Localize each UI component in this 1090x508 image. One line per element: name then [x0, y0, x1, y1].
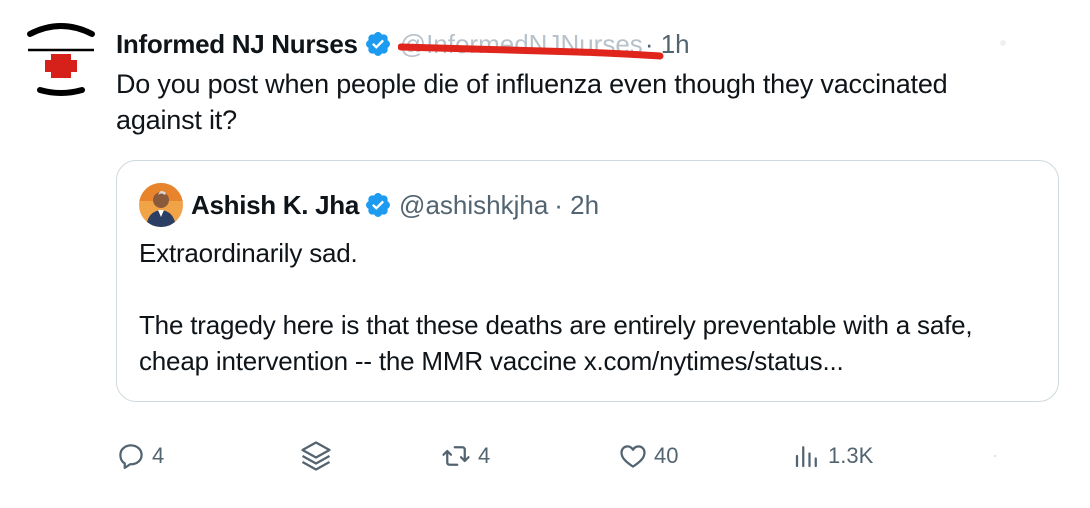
- retweet-button[interactable]: 4: [440, 436, 490, 476]
- nurse-cap-red-cross-icon: [27, 23, 95, 96]
- tweet-header: Informed NJ Nurses @InformedNJNurses · 1…: [116, 24, 690, 64]
- views-button[interactable]: 1.3K: [792, 436, 873, 476]
- author-handle-redacted[interactable]: @InformedNJNurses: [397, 29, 664, 60]
- heart-icon: [620, 445, 646, 468]
- author-avatar[interactable]: [24, 20, 98, 98]
- profile-photo: [139, 183, 183, 227]
- quoted-author-display-name[interactable]: Ashish K. Jha: [191, 190, 359, 221]
- author-display-name[interactable]: Informed NJ Nurses: [116, 29, 358, 60]
- views-icon: [795, 446, 817, 468]
- tweet-actions: 4 4 40 1.3K: [116, 436, 1016, 476]
- reply-icon: [119, 444, 143, 469]
- retweet-icon: [442, 446, 470, 466]
- layers-icon: [301, 441, 331, 471]
- like-button[interactable]: 40: [618, 436, 678, 476]
- quoted-author-handle[interactable]: @ashishkjha: [399, 190, 548, 221]
- redaction-scribble: [397, 43, 664, 59]
- grok-button[interactable]: [298, 436, 334, 476]
- verified-badge-icon[interactable]: [364, 191, 392, 219]
- quoted-tweet-timestamp[interactable]: · 2h: [554, 190, 599, 221]
- share-icon: [993, 454, 997, 458]
- views-count: 1.3K: [828, 443, 874, 468]
- share-button[interactable]: [992, 436, 998, 476]
- retweet-count: 4: [478, 443, 491, 468]
- quoted-tweet-card[interactable]: Ashish K. Jha @ashishkjha · 2h Extraordi…: [116, 160, 1059, 402]
- reply-button[interactable]: 4: [116, 436, 164, 476]
- quoted-tweet-text: Extraordinarily sad. The tragedy here is…: [139, 238, 973, 376]
- tweet-text: Do you post when people die of influenza…: [116, 69, 948, 135]
- tweet[interactable]: Informed NJ Nurses @InformedNJNurses · 1…: [0, 0, 1090, 508]
- menu-dot: [1000, 40, 1006, 46]
- like-count: 40: [654, 443, 679, 468]
- verified-badge-icon[interactable]: [364, 30, 392, 58]
- quoted-tweet-header: Ashish K. Jha @ashishkjha · 2h: [139, 183, 599, 227]
- reply-count: 4: [152, 443, 165, 468]
- quoted-author-avatar: [139, 183, 183, 227]
